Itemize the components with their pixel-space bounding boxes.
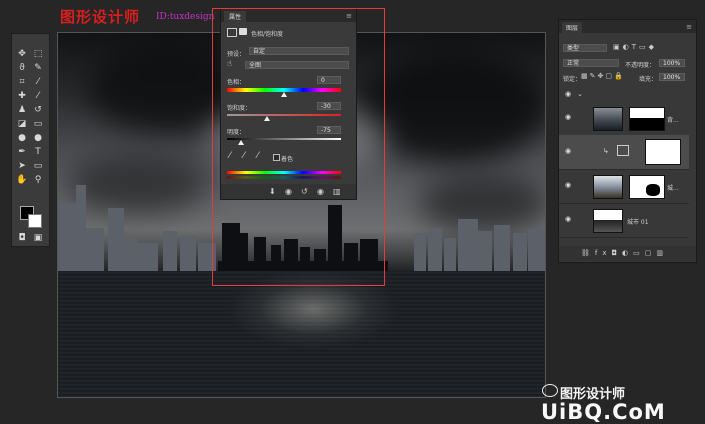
opacity-input[interactable]: 100% — [659, 59, 685, 67]
filter-kind-value: 类型 — [567, 45, 580, 52]
crop-tool-icon[interactable]: ⌗ — [16, 76, 28, 88]
path-select-tool-icon[interactable]: ➤ — [16, 160, 28, 172]
healing-brush-tool-icon[interactable]: ✚ — [16, 90, 28, 102]
layer-mask-thumbnail — [629, 175, 665, 199]
opacity-label: 不透明度： — [625, 62, 656, 69]
fill-label: 填充： — [639, 76, 658, 83]
eyedropper-tool-icon[interactable]: ⁄ — [32, 76, 44, 88]
zoom-tool-icon[interactable]: ⚲ — [32, 174, 44, 186]
watermark-title: 图形设计师 — [60, 8, 141, 26]
layers-footer-icons[interactable]: ⛓fx◘◐▭▢▥ — [581, 249, 668, 257]
type-tool-icon[interactable]: T — [32, 146, 44, 158]
rectangle-tool-icon[interactable]: ▭ — [32, 160, 44, 172]
filter-icons[interactable]: ▣◐T▭◆ — [613, 43, 657, 51]
layers-titlebar: 图层 ≡ — [559, 20, 696, 33]
layer-mask-thumbnail — [629, 107, 665, 131]
gradient-tool-icon[interactable]: ▭ — [32, 118, 44, 130]
layers-menu-icon[interactable]: ≡ — [686, 23, 692, 31]
hue-saturation-adjustment-icon — [617, 145, 629, 156]
group-chevron-icon[interactable]: ⌄ — [577, 90, 583, 98]
screen-mode-icon[interactable]: ▣ — [32, 232, 44, 244]
layer-row[interactable]: ◉ 城... — [559, 169, 689, 204]
layer-row[interactable]: ◉ 背... — [559, 101, 689, 136]
eraser-tool-icon[interactable]: ◪ — [16, 118, 28, 130]
pen-tool-icon[interactable]: ✒ — [16, 146, 28, 158]
layer-name: 背... — [667, 117, 679, 124]
tab-layers[interactable]: 图层 — [562, 22, 583, 33]
layers-footer: ⛓fx◘◐▭▢▥ — [559, 246, 696, 261]
highlight-box — [212, 8, 385, 286]
wechat-icon — [542, 384, 558, 397]
dodge-tool-icon[interactable]: ● — [32, 132, 44, 144]
layer-visibility-eye-icon[interactable]: ◉ — [565, 216, 573, 223]
hand-tool-icon[interactable]: ✋ — [16, 174, 28, 186]
layer-thumbnail — [593, 175, 623, 199]
layer-thumbnail — [593, 209, 623, 233]
layer-visibility-eye-icon[interactable]: ◉ — [565, 148, 573, 155]
blend-mode-value: 正常 — [567, 60, 580, 67]
layer-row-selected[interactable]: ◉ ↳ — [559, 135, 689, 170]
adjustment-mask-thumbnail — [645, 139, 681, 165]
blur-tool-icon[interactable]: ● — [16, 132, 28, 144]
watermark-site: UiBQ.CoM — [541, 400, 666, 424]
layer-visibility-eye-icon[interactable]: ◉ — [565, 182, 573, 189]
layer-name: 城... — [667, 185, 679, 192]
marquee-tool-icon[interactable]: ⬚ — [32, 48, 44, 60]
quick-mask-icon[interactable]: ◘ — [16, 232, 28, 244]
watermark-id: ID:tuxdesign — [156, 12, 215, 22]
clone-stamp-tool-icon[interactable]: ♟ — [16, 104, 28, 116]
group-eye-icon[interactable]: ◉ — [565, 90, 571, 98]
layer-visibility-eye-icon[interactable]: ◉ — [565, 114, 573, 121]
quick-select-tool-icon[interactable]: ✎ — [32, 62, 44, 74]
history-brush-tool-icon[interactable]: ↺ — [32, 104, 44, 116]
layer-row[interactable]: ◉ 城市 01 — [559, 203, 689, 238]
layers-panel: 图层 ≡ 类型 ▣◐T▭◆ 正常 不透明度： 100% 锁定： ▦✎✥▢🔒 填充… — [558, 19, 697, 263]
layer-thumbnail — [593, 107, 623, 131]
layer-name: 城市 01 — [627, 219, 649, 226]
clip-arrow-icon: ↳ — [603, 147, 609, 155]
lasso-tool-icon[interactable]: ϑ — [16, 62, 28, 74]
lock-label: 锁定： — [563, 76, 582, 83]
lock-icons[interactable]: ▦✎✥▢🔒 — [581, 72, 625, 80]
fill-input[interactable]: 100% — [659, 73, 685, 81]
tools-panel: ✥ ⬚ ϑ ✎ ⌗ ⁄ ✚ ⁄ ♟ ↺ ◪ ▭ ● ● ✒ T ➤ ▭ ✋ ⚲ … — [11, 33, 50, 247]
move-tool-icon[interactable]: ✥ — [16, 48, 28, 60]
filter-kind-select[interactable]: 类型 — [563, 44, 607, 52]
background-color-swatch[interactable] — [28, 214, 42, 228]
brush-tool-icon[interactable]: ⁄ — [32, 90, 44, 102]
blend-mode-select[interactable]: 正常 — [563, 59, 619, 67]
